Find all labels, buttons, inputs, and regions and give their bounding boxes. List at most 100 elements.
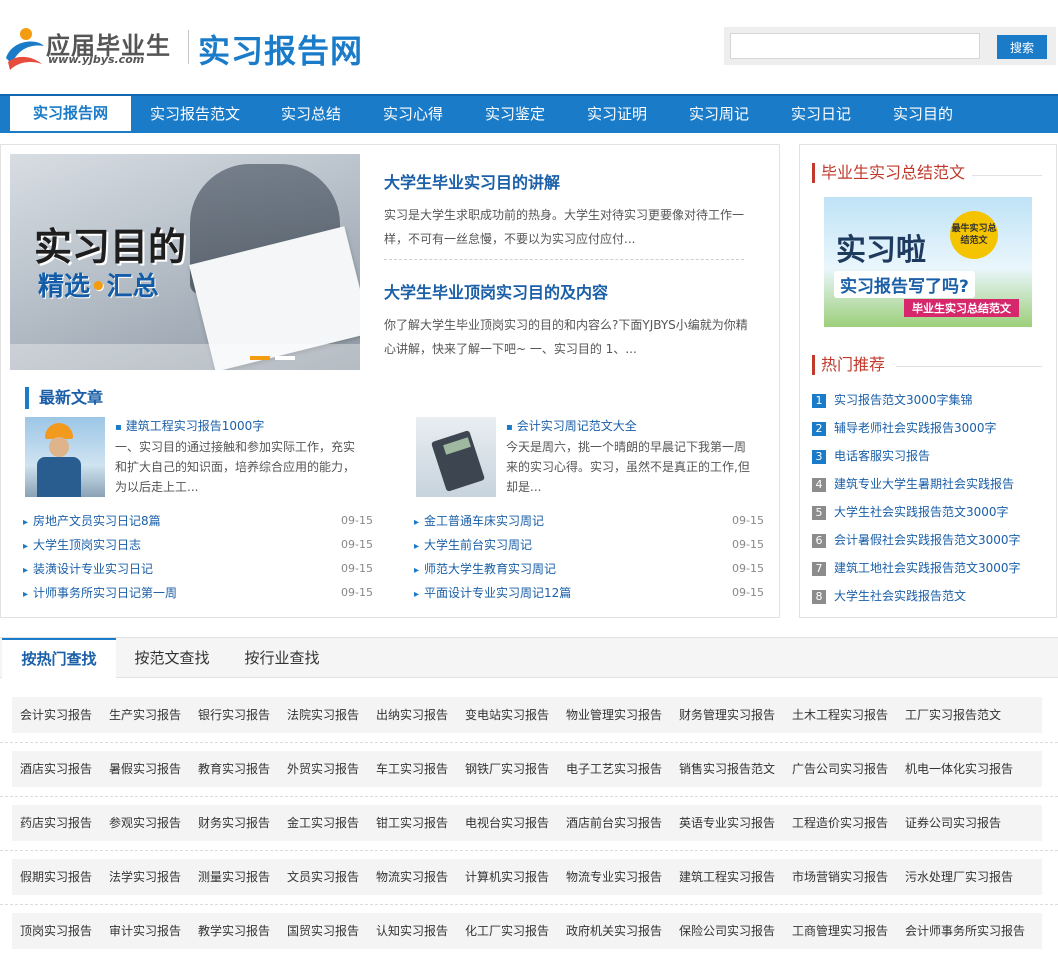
keyword-link[interactable]: 污水处理厂实习报告 <box>905 859 1013 895</box>
nav-item-purpose[interactable]: 实习目的 <box>874 96 972 133</box>
keyword-link[interactable]: 认知实习报告 <box>376 913 448 949</box>
site-title[interactable]: 实习报告网 <box>198 26 363 72</box>
nav-item-home[interactable]: 实习报告网 <box>10 96 131 131</box>
keyword-link[interactable]: 暑假实习报告 <box>109 751 181 787</box>
keyword-link[interactable]: 会计师事务所实习报告 <box>905 913 1025 949</box>
keyword-link[interactable]: 市场营销实习报告 <box>792 859 888 895</box>
search-button[interactable]: 搜索 <box>997 35 1047 59</box>
keyword-link[interactable]: 生产实习报告 <box>109 697 181 733</box>
keyword-link[interactable]: 酒店实习报告 <box>20 751 92 787</box>
keyword-link[interactable]: 物业管理实习报告 <box>566 697 662 733</box>
keyword-link[interactable]: 工程造价实习报告 <box>792 805 888 841</box>
featured-banner[interactable]: 实习目的 精选•汇总 <box>10 154 360 370</box>
list-item[interactable]: 房地产文员实习日记8篇 09-15 <box>23 509 373 533</box>
keyword-link[interactable]: 土木工程实习报告 <box>792 697 888 733</box>
list-item-title[interactable]: 平面设计专业实习周记12篇 <box>414 581 571 607</box>
summary-banner[interactable]: 实习啦 实习报告写了吗? 最牛实习总结范文 毕业生实习总结范文 <box>824 197 1032 327</box>
list-item[interactable]: 金工普通车床实习周记 09-15 <box>414 509 764 533</box>
latest-card-title-2[interactable]: 会计实习周记范文大全 <box>506 417 637 434</box>
feature-title-1[interactable]: 大学生毕业实习目的讲解 <box>384 169 754 193</box>
hot-item-2[interactable]: 2 辅导老师社会实践报告3000字 <box>812 414 1048 442</box>
latest-card-title-1[interactable]: 建筑工程实习报告1000字 <box>115 417 265 434</box>
keyword-link[interactable]: 顶岗实习报告 <box>20 913 92 949</box>
keyword-link[interactable]: 销售实习报告范文 <box>679 751 775 787</box>
keyword-link[interactable]: 建筑工程实习报告 <box>679 859 775 895</box>
list-item[interactable]: 装潢设计专业实习日记 09-15 <box>23 557 373 581</box>
keyword-link[interactable]: 文员实习报告 <box>287 859 359 895</box>
keyword-link[interactable]: 电视台实习报告 <box>465 805 549 841</box>
keyword-link[interactable]: 药店实习报告 <box>20 805 92 841</box>
keyword-link[interactable]: 法院实习报告 <box>287 697 359 733</box>
list-item-title[interactable]: 金工普通车床实习周记 <box>414 509 544 535</box>
keyword-link[interactable]: 保险公司实习报告 <box>679 913 775 949</box>
keyword-link[interactable]: 审计实习报告 <box>109 913 181 949</box>
keyword-link[interactable]: 计算机实习报告 <box>465 859 549 895</box>
hot-item-title[interactable]: 辅导老师社会实践报告3000字 <box>834 421 997 435</box>
list-item-title[interactable]: 装潢设计专业实习日记 <box>23 557 153 583</box>
keyword-link[interactable]: 外贸实习报告 <box>287 751 359 787</box>
keyword-link[interactable]: 测量实习报告 <box>198 859 270 895</box>
nav-item-report-samples[interactable]: 实习报告范文 <box>142 96 248 133</box>
list-item[interactable]: 大学生顶岗实习日志 09-15 <box>23 533 373 557</box>
keyword-link[interactable]: 政府机关实习报告 <box>566 913 662 949</box>
tab-samples[interactable]: 按范文查找 <box>118 638 226 678</box>
hot-item-8[interactable]: 8 大学生社会实践报告范文 <box>812 582 1048 610</box>
hot-item-1[interactable]: 1 实习报告范文3000字集锦 <box>812 386 1048 414</box>
nav-item-weekly[interactable]: 实习周记 <box>670 96 768 133</box>
banner-dot-active[interactable] <box>250 356 270 360</box>
keyword-link[interactable]: 证券公司实习报告 <box>905 805 1001 841</box>
hot-item-title[interactable]: 电话客服实习报告 <box>834 449 930 463</box>
keyword-link[interactable]: 变电站实习报告 <box>465 697 549 733</box>
hot-item-title[interactable]: 建筑工地社会实践报告范文3000字 <box>834 561 1021 575</box>
calculator-icon[interactable] <box>416 417 496 497</box>
hot-item-title[interactable]: 建筑专业大学生暑期社会实践报告 <box>834 477 1014 491</box>
nav-item-appraisal[interactable]: 实习鉴定 <box>466 96 564 133</box>
keyword-link[interactable]: 教学实习报告 <box>198 913 270 949</box>
tab-industry[interactable]: 按行业查找 <box>228 638 336 678</box>
search-input[interactable] <box>730 33 980 59</box>
keyword-link[interactable]: 机电一体化实习报告 <box>905 751 1013 787</box>
list-item-title[interactable]: 房地产文员实习日记8篇 <box>23 509 161 535</box>
keyword-link[interactable]: 财务管理实习报告 <box>679 697 775 733</box>
list-item[interactable]: 大学生前台实习周记 09-15 <box>414 533 764 557</box>
hot-item-title[interactable]: 实习报告范文3000字集锦 <box>834 393 973 407</box>
nav-item-experience[interactable]: 实习心得 <box>364 96 462 133</box>
keyword-link[interactable]: 国贸实习报告 <box>287 913 359 949</box>
list-item-title[interactable]: 大学生前台实习周记 <box>414 533 532 559</box>
hot-item-title[interactable]: 会计暑假社会实践报告范文3000字 <box>834 533 1021 547</box>
keyword-link[interactable]: 英语专业实习报告 <box>679 805 775 841</box>
keyword-link[interactable]: 教育实习报告 <box>198 751 270 787</box>
feature-title-2[interactable]: 大学生毕业顶岗实习目的及内容 <box>384 279 754 303</box>
keyword-link[interactable]: 广告公司实习报告 <box>792 751 888 787</box>
hot-item-title[interactable]: 大学生社会实践报告范文3000字 <box>834 505 1009 519</box>
keyword-link[interactable]: 参观实习报告 <box>109 805 181 841</box>
list-item[interactable]: 计师事务所实习日记第一周 09-15 <box>23 581 373 605</box>
keyword-link[interactable]: 假期实习报告 <box>20 859 92 895</box>
keyword-link[interactable]: 财务实习报告 <box>198 805 270 841</box>
keyword-link[interactable]: 法学实习报告 <box>109 859 181 895</box>
hot-item-5[interactable]: 5 大学生社会实践报告范文3000字 <box>812 498 1048 526</box>
keyword-link[interactable]: 银行实习报告 <box>198 697 270 733</box>
site-logo[interactable]: 应届毕业生 www.yjbys.com <box>2 22 182 72</box>
list-item[interactable]: 师范大学生教育实习周记 09-15 <box>414 557 764 581</box>
nav-item-diary[interactable]: 实习日记 <box>772 96 870 133</box>
nav-item-summary[interactable]: 实习总结 <box>262 96 360 133</box>
keyword-link[interactable]: 酒店前台实习报告 <box>566 805 662 841</box>
keyword-link[interactable]: 钳工实习报告 <box>376 805 448 841</box>
hot-item-7[interactable]: 7 建筑工地社会实践报告范文3000字 <box>812 554 1048 582</box>
keyword-link[interactable]: 车工实习报告 <box>376 751 448 787</box>
banner-dot[interactable] <box>275 356 295 360</box>
hot-item-4[interactable]: 4 建筑专业大学生暑期社会实践报告 <box>812 470 1048 498</box>
list-item-title[interactable]: 计师事务所实习日记第一周 <box>23 581 177 607</box>
hot-item-6[interactable]: 6 会计暑假社会实践报告范文3000字 <box>812 526 1048 554</box>
keyword-link[interactable]: 出纳实习报告 <box>376 697 448 733</box>
keyword-link[interactable]: 会计实习报告 <box>20 697 92 733</box>
keyword-link[interactable]: 物流实习报告 <box>376 859 448 895</box>
list-item-title[interactable]: 大学生顶岗实习日志 <box>23 533 141 559</box>
nav-item-certificate[interactable]: 实习证明 <box>568 96 666 133</box>
list-item[interactable]: 平面设计专业实习周记12篇 09-15 <box>414 581 764 605</box>
keyword-link[interactable]: 电子工艺实习报告 <box>566 751 662 787</box>
tab-hot[interactable]: 按热门查找 <box>2 638 116 679</box>
hot-item-title[interactable]: 大学生社会实践报告范文 <box>834 589 966 603</box>
list-item-title[interactable]: 师范大学生教育实习周记 <box>414 557 556 583</box>
